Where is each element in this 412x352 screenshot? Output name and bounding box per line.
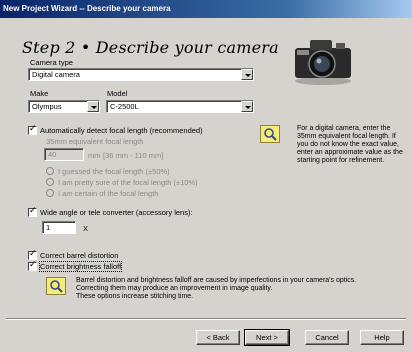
guess-option-10: I am pretty sure of the focal length (±1… [58,178,198,187]
guess-radio-50[interactable] [46,167,54,175]
focal-hint-text: For a digital camera, enter the 35mm equ… [297,125,403,164]
focal-length-input[interactable]: 40 [44,148,84,161]
chevron-down-icon[interactable] [241,101,253,112]
focal-equiv-label: 35mm equivalent focal length [46,137,144,146]
correction-hint-line-1: Barrel distortion and brightness falloff… [76,277,357,284]
make-label: Make [30,89,49,98]
auto-focal-checkbox[interactable] [28,124,37,135]
model-label: Model [107,89,128,98]
focal-length-value: 40 [48,150,57,159]
separator [6,318,406,320]
focal-unit: mm [88,151,101,160]
converter-value: 1 [46,223,51,232]
camera-type-select[interactable]: Digital camera [28,68,254,81]
focal-range: [36 mm - 110 mm] [103,151,164,160]
barrel-label: Correct barrel distortion [40,251,119,260]
camera-type-value: Digital camera [32,70,80,79]
cancel-button[interactable]: Cancel [305,330,349,345]
hint-magnifier-icon-2 [46,277,66,295]
correction-hint: Barrel distortion and brightness falloff… [76,277,406,301]
camera-type-label: Camera type [30,58,73,67]
model-value: C-2500L [110,102,139,111]
help-button[interactable]: Help [360,330,404,345]
camera-icon [295,40,351,85]
guess-option-50: I guessed the focal length (±50%) [58,167,170,176]
brightness-checkbox[interactable] [28,260,37,271]
step-title: Step 2 • Describe your camera [22,38,279,57]
chevron-down-icon[interactable] [87,101,99,112]
auto-focal-label: Automatically detect focal length (recom… [40,126,203,135]
converter-label: Wide angle or tele converter (accessory … [40,208,193,217]
chevron-down-icon[interactable] [241,69,253,80]
converter-suffix: X [83,224,89,233]
guess-option-certain: I am certain of the focal length [58,189,159,198]
guess-radio-10[interactable] [46,178,54,186]
converter-checkbox[interactable] [28,206,37,217]
wizard-body: Step 2 • Describe your camera Camera typ… [0,18,412,352]
magnifier-icon [264,128,277,141]
window-title-bar[interactable]: New Project Wizard -- Describe your came… [0,0,412,18]
next-button[interactable]: Next > [244,329,290,346]
correction-hint-line-3: These options increase stitching time. [76,293,194,300]
converter-input[interactable]: 1 [42,221,76,234]
make-value: Olympus [32,102,62,111]
guess-radio-certain[interactable] [46,189,54,197]
window-title: New Project Wizard -- Describe your came… [3,4,171,13]
brightness-label: Correct brightness falloff [38,261,123,272]
back-button[interactable]: < Back [196,330,240,345]
model-select[interactable]: C-2500L [106,100,254,113]
magnifier-icon [50,280,63,293]
barrel-checkbox[interactable] [28,249,37,260]
correction-hint-line-2: Correcting them may produce an improveme… [76,285,273,292]
make-select[interactable]: Olympus [28,100,100,113]
hint-magnifier-icon [260,125,280,143]
